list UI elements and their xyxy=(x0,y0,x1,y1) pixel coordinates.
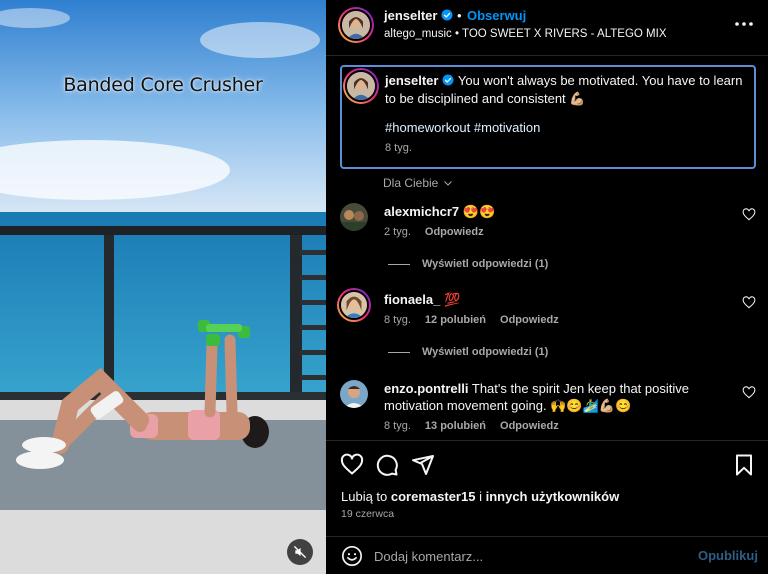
video-overlay-title: Banded Core Crusher xyxy=(63,74,263,96)
author-username[interactable]: jenselter xyxy=(384,8,453,23)
comment-username[interactable]: alexmichcr7 xyxy=(384,204,459,219)
follow-button[interactable]: Obserwuj xyxy=(467,8,526,23)
caption-hashtags[interactable]: #homeworkout #motivation xyxy=(385,120,540,135)
comment-bubble-icon[interactable] xyxy=(375,453,399,477)
likes-mid: i xyxy=(479,489,482,504)
caption-text: jenselter You won't always be motivated.… xyxy=(385,72,745,108)
replies-divider xyxy=(388,351,410,353)
post-caption: jenselter You won't always be motivated.… xyxy=(340,65,756,169)
comment-sort-dropdown[interactable]: Dla Ciebie xyxy=(383,176,454,190)
comment-likes[interactable]: 13 polubień xyxy=(425,420,486,432)
share-send-icon[interactable] xyxy=(411,453,435,477)
audio-track[interactable]: TOO SWEET X RIVERS - ALTEGO MIX xyxy=(462,28,666,40)
comment-meta: 2 tyg. Odpowiedz xyxy=(384,226,484,238)
author-avatar[interactable] xyxy=(338,7,374,43)
comment-body: 😍😍 xyxy=(462,204,496,219)
likes-prefix: Lubią to xyxy=(341,489,388,504)
verified-badge-icon xyxy=(441,9,453,21)
verified-badge-icon xyxy=(442,74,454,86)
post-details-panel: jenselter • Obserwuj altego_music • TOO … xyxy=(326,0,768,574)
caption-body: You won't always be motivated. You have … xyxy=(385,73,743,106)
comment-time: 8 tyg. xyxy=(384,314,411,326)
comment-meta: 8 tyg. 12 polubień Odpowiedz xyxy=(384,314,559,326)
header-separator: • xyxy=(457,8,462,23)
likes-summary[interactable]: Lubią to coremaster15 i innych użytkowni… xyxy=(341,489,619,504)
post-date: 19 czerwca xyxy=(341,508,395,520)
comment-text: fionaela_ 💯 xyxy=(384,291,724,308)
comment-username[interactable]: fionaela_ xyxy=(384,292,440,307)
commenter-avatar[interactable] xyxy=(337,288,371,322)
commenter-avatar[interactable] xyxy=(340,203,368,231)
post-header: jenselter • Obserwuj altego_music • TOO … xyxy=(326,0,768,56)
commenter-avatar[interactable] xyxy=(340,380,368,408)
heart-icon[interactable] xyxy=(742,386,756,400)
heart-icon[interactable] xyxy=(742,208,756,222)
caption-timestamp: 8 tyg. xyxy=(385,142,412,154)
comment-text: alexmichcr7 😍😍 xyxy=(384,203,724,220)
audio-separator: • xyxy=(454,28,459,40)
chevron-down-icon xyxy=(444,181,453,186)
comment-body: 💯 xyxy=(443,292,461,307)
caption-username[interactable]: jenselter xyxy=(385,73,438,88)
add-comment-bar: Opublikuj xyxy=(326,536,768,574)
view-replies-button[interactable]: Wyświetl odpowiedzi (1) xyxy=(388,346,548,358)
more-options-icon[interactable] xyxy=(732,14,756,34)
speaker-muted-icon xyxy=(294,546,306,558)
likes-others[interactable]: innych użytkowników xyxy=(486,489,620,504)
reply-button[interactable]: Odpowiedz xyxy=(500,420,559,432)
likes-user[interactable]: coremaster15 xyxy=(391,489,476,504)
comment-meta: 8 tyg. 13 polubień Odpowiedz xyxy=(384,420,559,432)
post-media[interactable]: Banded Core Crusher xyxy=(0,0,326,574)
audio-user[interactable]: altego_music xyxy=(384,28,452,40)
like-heart-icon[interactable] xyxy=(340,453,364,477)
heart-icon[interactable] xyxy=(742,296,756,310)
caption-author-avatar[interactable] xyxy=(343,68,379,104)
replies-divider xyxy=(388,263,410,265)
comment-input[interactable] xyxy=(374,543,674,569)
comment-time: 2 tyg. xyxy=(384,226,411,238)
comment-username[interactable]: enzo.pontrelli xyxy=(384,381,469,396)
reply-button[interactable]: Odpowiedz xyxy=(425,226,484,238)
comment-sort-label: Dla Ciebie xyxy=(383,176,439,190)
view-replies-button[interactable]: Wyświetl odpowiedzi (1) xyxy=(388,258,548,270)
reply-button[interactable]: Odpowiedz xyxy=(500,314,559,326)
comment-text: enzo.pontrelli That's the spirit Jen kee… xyxy=(384,380,724,414)
mute-button[interactable] xyxy=(287,539,313,565)
audio-info[interactable]: altego_music • TOO SWEET X RIVERS - ALTE… xyxy=(384,28,666,40)
comment-likes[interactable]: 12 polubień xyxy=(425,314,486,326)
view-replies-label: Wyświetl odpowiedzi (1) xyxy=(422,346,549,358)
emoji-icon[interactable] xyxy=(341,545,363,567)
post-actions: Lubią to coremaster15 i innych użytkowni… xyxy=(326,440,768,540)
comment-time: 8 tyg. xyxy=(384,420,411,432)
publish-button[interactable]: Opublikuj xyxy=(698,548,758,563)
bookmark-icon[interactable] xyxy=(732,453,756,477)
view-replies-label: Wyświetl odpowiedzi (1) xyxy=(422,258,549,270)
